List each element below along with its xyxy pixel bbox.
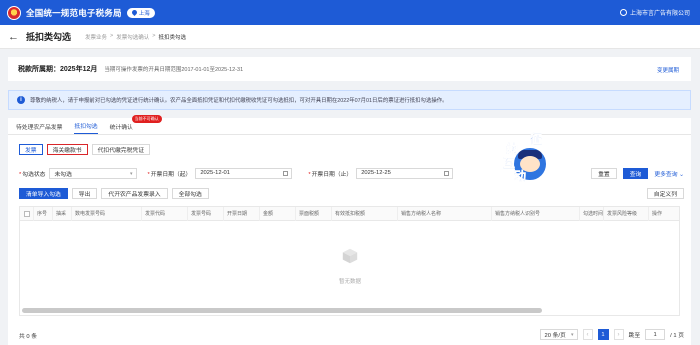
next-page-icon[interactable]: › bbox=[613, 329, 624, 340]
status-badge: 当前不可确认 bbox=[131, 115, 162, 123]
segment-withholding-certificate[interactable]: 代扣代缴完税凭证 bbox=[91, 144, 150, 155]
chevron-down-icon: ▾ bbox=[129, 170, 133, 177]
breadcrumb-item-check-confirm[interactable]: 发票勾选确认 bbox=[116, 33, 149, 41]
empty-box-icon bbox=[342, 248, 358, 264]
user-menu[interactable]: 上海市言广告有限公司 bbox=[619, 8, 690, 17]
column-header: 发票号码 bbox=[188, 206, 224, 221]
segment-customs-payment[interactable]: 海关缴款书 bbox=[46, 144, 88, 155]
chevron-down-icon: ⌄ bbox=[679, 171, 684, 178]
column-header: 发票代码 bbox=[142, 206, 188, 221]
horizontal-scrollbar[interactable] bbox=[22, 308, 542, 313]
main-panel: 待处理农产品发票 抵扣勾选 统计确认 当前不可确认 发票 海关缴款书 代扣代缴完… bbox=[8, 115, 691, 345]
list-import-button[interactable]: 清单导入勾选 bbox=[19, 188, 68, 199]
segment-invoice[interactable]: 发票 bbox=[19, 144, 43, 155]
goto-label: 跳至 bbox=[628, 333, 641, 339]
custom-columns-button[interactable]: 自定义列 bbox=[646, 188, 684, 199]
location-pin-icon bbox=[130, 8, 138, 17]
calendar-icon bbox=[444, 170, 450, 176]
check-all-button[interactable]: 全部勾选 bbox=[171, 188, 209, 199]
export-button[interactable]: 导出 bbox=[71, 188, 98, 199]
column-header: 票面税额 bbox=[296, 206, 332, 221]
mascot-char: 征 bbox=[530, 132, 543, 146]
info-icon: i bbox=[17, 96, 25, 104]
document-type-switch: 发票 海关缴款书 代扣代缴完税凭证 bbox=[19, 144, 150, 155]
table-header: 序号 抽采 数电发票号码 发票代码 发票号码 开票日期 金额 票面税额 有效抵扣… bbox=[20, 206, 679, 221]
start-date-input[interactable]: 2025-12-01 bbox=[195, 167, 293, 179]
breadcrumb-item-invoice-business[interactable]: 发票业务 bbox=[85, 33, 107, 41]
check-status-select[interactable]: 未勾选 ▾ bbox=[49, 167, 138, 179]
end-date-input[interactable]: 2025-12-25 bbox=[356, 167, 454, 179]
action-bar: 清单导入勾选 导出 代开农产品发票录入 全部勾选 自定义列 bbox=[19, 188, 684, 200]
tab-pending-agri-invoices[interactable]: 待处理农产品发票 bbox=[16, 122, 62, 134]
company-name: 上海市言广告有限公司 bbox=[629, 11, 690, 17]
page-count: / 1 页 bbox=[670, 333, 684, 339]
select-all-cell bbox=[20, 206, 34, 221]
column-header: 抽采 bbox=[53, 206, 72, 221]
national-emblem-icon bbox=[7, 5, 21, 20]
breadcrumb-separator: > bbox=[152, 32, 156, 39]
column-header: 有效抵扣税额 bbox=[332, 206, 398, 221]
page-title: 抵扣类勾选 bbox=[26, 32, 72, 42]
goto-page-input[interactable]: 1 bbox=[645, 329, 666, 340]
invoice-table: 序号 抽采 数电发票号码 发票代码 发票号码 开票日期 金额 票面税额 有效抵扣… bbox=[19, 206, 680, 316]
column-header: 开票日期 bbox=[224, 206, 260, 221]
breadcrumb-separator: > bbox=[110, 32, 114, 39]
total-count: 共 0 条 bbox=[19, 333, 38, 340]
tab-statistics-label: 统计确认 bbox=[109, 125, 133, 131]
empty-text: 暂无数据 bbox=[338, 279, 361, 285]
change-period-link[interactable]: 变更属期 bbox=[657, 66, 679, 74]
pagination: 共 0 条 20 条/页 ▾ ‹ 1 › 跳至 1 / 1 页 bbox=[19, 329, 684, 341]
empty-state: 暂无数据 bbox=[330, 247, 370, 285]
check-status-label: *勾选状态 bbox=[19, 171, 46, 178]
start-date-label: *开票日期（起） bbox=[147, 171, 192, 178]
notice-text: 尊敬的纳税人，请于申报前对已勾选的凭证进行统计确认。农产品全面抵扣凭证和代扣代缴… bbox=[30, 98, 448, 104]
more-query-link[interactable]: 更多查询 ⌄ bbox=[654, 169, 684, 178]
column-header: 序号 bbox=[34, 206, 53, 221]
tab-bar: 待处理农产品发票 抵扣勾选 统计确认 当前不可确认 bbox=[8, 115, 691, 135]
notice-banner: i 尊敬的纳税人，请于申报前对已勾选的凭证进行统计确认。农产品全面抵扣凭证和代扣… bbox=[8, 90, 691, 110]
page-size-select[interactable]: 20 条/页 ▾ bbox=[539, 329, 578, 340]
arrow-left-icon[interactable]: ← bbox=[8, 31, 19, 43]
page-number-button[interactable]: 1 bbox=[597, 329, 609, 340]
prev-page-icon[interactable]: ‹ bbox=[582, 329, 593, 340]
period-hint: 当期可操作发票的开具日期范围2017-01-01至2025-12-31 bbox=[104, 67, 244, 73]
tax-period-label: 税款所属期：2025年12月 bbox=[18, 66, 98, 73]
filter-row: *勾选状态 未勾选 ▾ *开票日期（起） 2025-12-01 *开票日期（止）… bbox=[19, 166, 684, 180]
breadcrumb: 发票业务 > 发票勾选确认 > 抵扣类勾选 bbox=[85, 33, 186, 41]
breadcrumb-item-current: 抵扣类勾选 bbox=[158, 34, 186, 41]
period-card: 税款所属期：2025年12月 当期可操作发票的开具日期范围2017-01-01至… bbox=[8, 57, 691, 81]
tab-statistics-confirm[interactable]: 统计确认 当前不可确认 bbox=[109, 115, 162, 134]
end-date-label: *开票日期（止） bbox=[308, 171, 353, 178]
column-header: 销售方纳税人识别号 bbox=[492, 206, 580, 221]
agri-invoice-entry-button[interactable]: 代开农产品发票录入 bbox=[101, 188, 168, 199]
top-bar: 全国统一规范电子税务局 上海 上海市言广告有限公司 bbox=[0, 0, 700, 25]
column-header: 金额 bbox=[260, 206, 296, 221]
pagination-controls: 20 条/页 ▾ ‹ 1 › 跳至 1 / 1 页 bbox=[539, 329, 684, 340]
select-all-checkbox[interactable] bbox=[23, 210, 30, 217]
region-switch[interactable]: 上海 bbox=[126, 7, 155, 18]
nav-bar: ← 抵扣类勾选 发票业务 > 发票勾选确认 > 抵扣类勾选 bbox=[0, 25, 700, 49]
column-header: 发票风险等级 bbox=[604, 206, 649, 221]
site-title: 全国统一规范电子税务局 bbox=[26, 7, 122, 18]
column-header: 销售方纳税人名称 bbox=[398, 206, 492, 221]
tab-deduction-check[interactable]: 抵扣勾选 bbox=[74, 121, 98, 134]
query-button[interactable]: 查询 bbox=[622, 167, 649, 179]
column-header: 勾选时间 bbox=[580, 206, 604, 221]
column-header: 数电发票号码 bbox=[72, 206, 142, 221]
column-header: 操作 bbox=[652, 211, 663, 217]
user-icon bbox=[619, 9, 627, 16]
region-label: 上海 bbox=[138, 10, 150, 17]
chevron-down-icon: ▾ bbox=[571, 332, 574, 338]
calendar-icon bbox=[283, 170, 289, 176]
reset-button[interactable]: 重置 bbox=[591, 167, 617, 179]
